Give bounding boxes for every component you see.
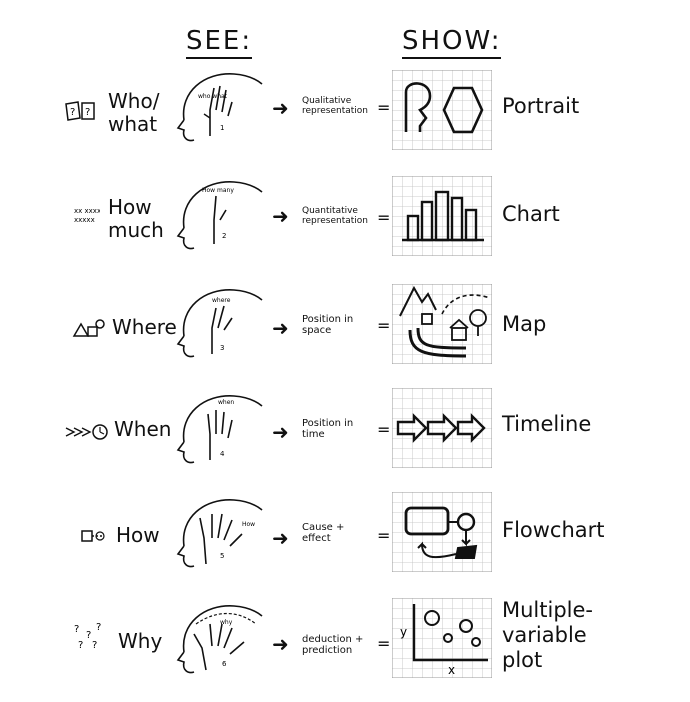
svg-text:y: y [400, 625, 407, 639]
arrow-icon: ➜ [272, 316, 289, 340]
head-hand-icon: when 4 [176, 384, 266, 474]
result-label: Timeline [502, 412, 592, 436]
arrow-icon: ➜ [272, 420, 289, 444]
row-label: Why [118, 629, 163, 653]
svg-text:xxxxx: xxxxx [74, 216, 95, 224]
svg-text:3: 3 [220, 344, 224, 352]
map-grid-icon [392, 284, 492, 364]
row-label: When [114, 417, 172, 441]
result-label: Flowchart [502, 518, 605, 542]
row-label: How much [108, 195, 164, 242]
row-how: How How 5 ➜ Cause + effect = Flowchart [0, 488, 690, 588]
arrow-icon: ➜ [272, 632, 289, 656]
svg-text:x: x [448, 663, 455, 677]
svg-text:?: ? [85, 107, 90, 118]
result-label: Chart [502, 202, 560, 226]
equals-sign: = [377, 634, 391, 653]
see-header: SEE: [186, 26, 253, 59]
equals-sign: = [377, 208, 391, 227]
svg-text:?: ? [78, 640, 83, 651]
row-where: Where where 3 ➜ Position in space = Map [0, 278, 690, 378]
arrow-clock-icon [64, 422, 112, 442]
svg-text:?: ? [86, 630, 91, 641]
equals-sign: = [377, 526, 391, 545]
shapes-cluster-icon [72, 318, 106, 338]
equals-sign: = [377, 420, 391, 439]
chart-grid-icon [392, 176, 492, 256]
head-hand-icon: where 3 [176, 278, 266, 368]
svg-text:?: ? [92, 640, 97, 651]
row-when: When when 4 ➜ Position in time = Timelin… [0, 384, 690, 484]
svg-text:?: ? [96, 622, 101, 633]
show-header: SHOW: [402, 26, 502, 59]
flowchart-grid-icon [392, 492, 492, 572]
head-hand-icon: How 5 [176, 488, 266, 578]
result-label: Multiple-variable plot [502, 598, 593, 672]
timeline-grid-icon [392, 388, 492, 468]
process-box-icon [80, 528, 106, 544]
svg-text:xx xxxx: xx xxxx [74, 207, 100, 215]
svg-text:why: why [220, 619, 233, 626]
svg-text:1: 1 [220, 124, 224, 132]
svg-text:5: 5 [220, 552, 224, 560]
question-cards-icon: ?? [64, 100, 98, 122]
svg-text:?: ? [74, 624, 79, 635]
svg-text:How many: How many [202, 187, 234, 194]
result-label: Portrait [502, 94, 580, 118]
head-hand-icon: why 6 [176, 594, 266, 684]
svg-text:when: when [218, 399, 234, 406]
svg-text:2: 2 [222, 232, 226, 240]
count-marks-icon: xx xxxx xxxxx [74, 206, 100, 224]
row-label: Where [112, 315, 177, 339]
svg-text:6: 6 [222, 660, 227, 668]
representation-text: Position in time [302, 418, 354, 440]
representation-text: Position in space [302, 314, 354, 336]
svg-text:?: ? [70, 107, 75, 118]
row-why: ????? Why why 6 ➜ deduction + prediction… [0, 594, 690, 694]
equals-sign: = [377, 98, 391, 117]
representation-text: Qualitative representation [302, 96, 369, 116]
row-label: How [116, 523, 160, 547]
row-how-much: xx xxxx xxxxx How much How many 2 ➜ Quant… [0, 170, 690, 270]
svg-text:where: where [212, 297, 231, 304]
row-label: Who/ what [108, 89, 160, 136]
plot-grid-icon: y x [392, 598, 492, 678]
svg-text:who what: who what [198, 93, 228, 100]
representation-text: Cause + effect [302, 522, 345, 544]
arrow-icon: ➜ [272, 204, 289, 228]
svg-text:How: How [242, 521, 255, 528]
representation-text: deduction + prediction [302, 634, 364, 656]
arrow-icon: ➜ [272, 96, 289, 120]
row-who-what: ?? Who/ what who what 1 ➜ Qualitative re… [0, 62, 690, 162]
representation-text: Quantitative representation [302, 206, 369, 226]
svg-text:4: 4 [220, 450, 225, 458]
equals-sign: = [377, 316, 391, 335]
question-marks-icon: ????? [72, 622, 106, 652]
head-hand-icon: who what 1 [176, 62, 266, 152]
arrow-icon: ➜ [272, 526, 289, 550]
portrait-grid-icon [392, 70, 492, 150]
head-hand-icon: How many 2 [176, 170, 266, 260]
result-label: Map [502, 312, 547, 336]
